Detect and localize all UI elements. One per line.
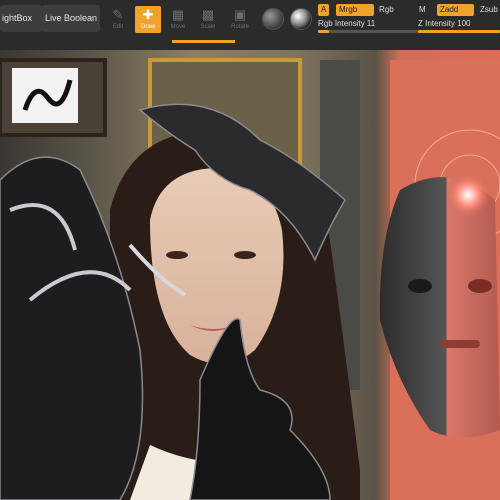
edit-tool-button[interactable]: ✎ Edit	[105, 6, 131, 33]
picture-frame-left	[0, 58, 107, 137]
rotate-tool-button[interactable]: ▣ Rotate	[227, 6, 253, 33]
lightbox-button[interactable]: ightBox	[0, 5, 43, 32]
mrgb-toggle[interactable]: Mrgb	[336, 4, 374, 16]
draw-tool-button[interactable]: ✚ Draw	[135, 6, 161, 33]
top-toolbar: ightBox Live Boolean ✎ Edit ✚ Draw ▦ Mov…	[0, 0, 500, 51]
zadd-toggle[interactable]: Zadd	[437, 4, 474, 16]
edit-icon: ✎	[112, 7, 124, 22]
edit-tool-label: Edit	[112, 24, 124, 30]
rgb-intensity-label: Rgb Intensity 11	[318, 19, 376, 28]
scale-tool-label: Scale	[200, 24, 216, 30]
m-toggle[interactable]: M	[419, 4, 426, 16]
z-intensity-label: Z Intensity 100	[418, 19, 471, 28]
scale-icon: ▩	[201, 7, 215, 22]
move-tool-button[interactable]: ▦ Move	[165, 6, 191, 33]
rgb-toggle[interactable]: Rgb	[379, 4, 394, 16]
zsub-toggle[interactable]: Zsub	[480, 4, 498, 16]
z-intensity-fill	[418, 30, 500, 33]
canvas-artwork	[0, 58, 500, 500]
scale-tool-button[interactable]: ▩ Scale	[195, 6, 221, 33]
draw-icon: ✚	[142, 7, 154, 22]
zbrush-window: ightBox Live Boolean ✎ Edit ✚ Draw ▦ Mov…	[0, 0, 500, 500]
canvas-viewport[interactable]	[0, 50, 500, 500]
move-tool-label: Move	[170, 24, 186, 30]
rotate-tool-label: Rotate	[231, 24, 249, 30]
texture-sphere-icon[interactable]	[290, 8, 312, 30]
rotate-icon: ▣	[233, 7, 247, 22]
rgb-intensity-slider[interactable]	[318, 30, 418, 33]
move-icon: ▦	[171, 7, 185, 22]
z-intensity-slider[interactable]	[418, 30, 500, 33]
rgb-intensity-fill	[318, 30, 329, 33]
live-boolean-button[interactable]: Live Boolean	[42, 5, 100, 32]
active-tool-indicator	[172, 40, 235, 43]
material-sphere-icon[interactable]	[262, 8, 284, 30]
a-channel-toggle[interactable]: A	[318, 4, 330, 16]
draw-tool-label: Draw	[140, 24, 155, 30]
